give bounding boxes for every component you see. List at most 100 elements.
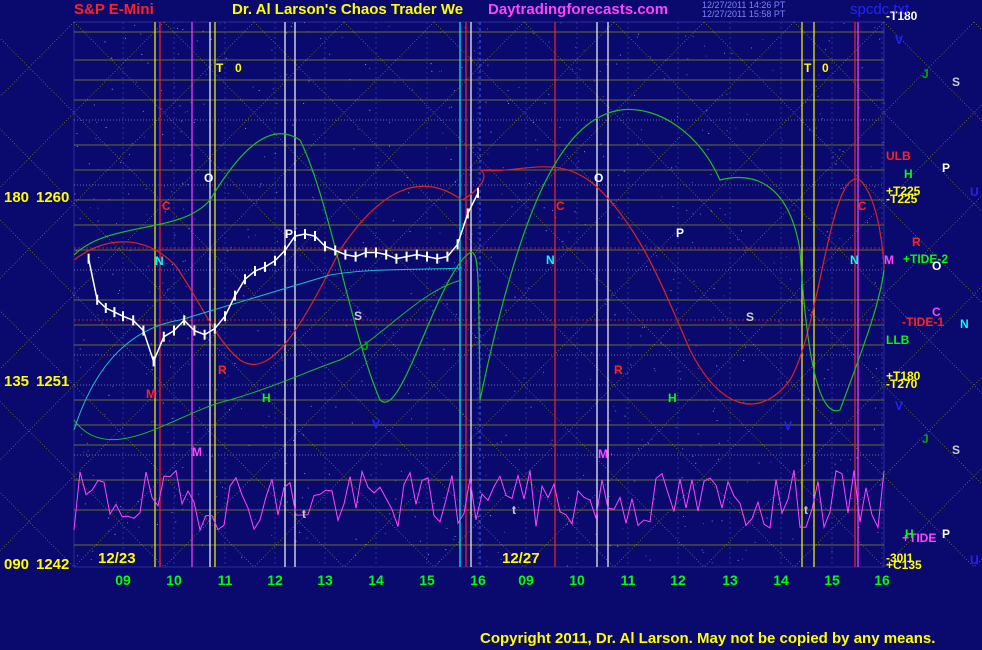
- star-dot: [821, 118, 823, 120]
- star-dot: [92, 475, 94, 477]
- plot-letter: V: [784, 419, 792, 433]
- star-dot: [579, 478, 581, 480]
- star-dot: [545, 230, 547, 232]
- star-dot: [548, 41, 550, 43]
- star-dot: [617, 545, 619, 547]
- star-dot: [388, 25, 390, 27]
- star-dot: [602, 96, 604, 98]
- star-dot: [568, 231, 570, 233]
- star-dot: [427, 554, 429, 556]
- star-dot: [679, 370, 681, 372]
- star-dot: [746, 481, 748, 483]
- star-dot: [377, 164, 379, 166]
- star-dot: [505, 309, 507, 311]
- star-dot: [743, 401, 745, 403]
- star-dot: [735, 127, 737, 129]
- star-dot: [528, 182, 530, 184]
- star-dot: [219, 23, 221, 25]
- star-dot: [746, 113, 748, 115]
- star-dot: [700, 445, 702, 447]
- star-dot: [111, 57, 113, 59]
- star-dot: [443, 348, 445, 350]
- star-dot: [583, 474, 585, 476]
- star-dot: [240, 408, 242, 410]
- star-dot: [849, 459, 851, 461]
- star-dot: [304, 473, 306, 475]
- star-dot: [691, 182, 693, 184]
- star-dot: [277, 241, 279, 243]
- star-dot: [713, 287, 715, 289]
- star-dot: [88, 121, 90, 123]
- star-dot: [308, 359, 310, 361]
- star-dot: [614, 314, 616, 316]
- star-dot: [605, 298, 607, 300]
- star-dot: [182, 28, 184, 30]
- star-dot: [618, 175, 620, 177]
- star-dot: [274, 270, 276, 272]
- star-dot: [876, 381, 878, 383]
- right-margin-label: V: [895, 399, 903, 413]
- star-dot: [384, 454, 386, 456]
- star-dot: [609, 545, 611, 547]
- x-tick-label: 11: [218, 572, 233, 588]
- star-dot: [357, 306, 359, 308]
- plot-letter: C: [162, 199, 171, 213]
- star-dot: [448, 107, 450, 109]
- star-dot: [262, 425, 264, 427]
- star-dot: [686, 74, 688, 76]
- star-dot: [703, 45, 705, 47]
- star-dot: [433, 502, 435, 504]
- star-dot: [758, 462, 760, 464]
- star-dot: [856, 457, 858, 459]
- star-dot: [107, 517, 109, 519]
- star-dot: [450, 158, 452, 160]
- star-dot: [225, 488, 227, 490]
- star-dot: [142, 110, 144, 112]
- star-dot: [410, 293, 412, 295]
- star-dot: [222, 486, 224, 488]
- star-dot: [345, 325, 347, 327]
- star-dot: [119, 289, 121, 291]
- star-dot: [384, 532, 386, 534]
- star-dot: [605, 303, 607, 305]
- star-dot: [609, 420, 611, 422]
- x-tick-label: 12: [267, 572, 283, 588]
- star-dot: [93, 104, 95, 106]
- star-dot: [369, 109, 371, 111]
- star-dot: [616, 63, 618, 65]
- star-dot: [559, 127, 561, 129]
- right-margin-label: S: [952, 443, 960, 457]
- star-dot: [595, 533, 597, 535]
- star-dot: [227, 375, 229, 377]
- chart-title: Dr. Al Larson's Chaos Trader We: [232, 1, 464, 18]
- star-dot: [560, 22, 562, 24]
- right-margin-label: +C135: [886, 558, 922, 572]
- star-dot: [535, 181, 537, 183]
- star-dot: [805, 101, 807, 103]
- star-dot: [487, 153, 489, 155]
- plot-letter: H: [262, 391, 271, 405]
- star-dot: [182, 508, 184, 510]
- star-dot: [486, 565, 488, 567]
- site-link[interactable]: Daytradingforecasts.com: [488, 1, 668, 18]
- star-dot: [303, 103, 305, 105]
- star-dot: [202, 351, 204, 353]
- star-dot: [198, 493, 200, 495]
- x-tick-label: 15: [419, 572, 435, 588]
- star-dot: [719, 207, 721, 209]
- y-axis-angle-label: 135: [4, 373, 29, 390]
- star-dot: [819, 113, 821, 115]
- star-dot: [439, 261, 441, 263]
- star-dot: [86, 442, 88, 444]
- star-dot: [227, 250, 229, 252]
- star-dot: [504, 531, 506, 533]
- star-dot: [184, 111, 186, 113]
- star-dot: [636, 36, 638, 38]
- x-tick-label: 09: [115, 572, 131, 588]
- right-margin-label: O: [932, 259, 941, 273]
- star-dot: [487, 28, 489, 30]
- star-dot: [429, 266, 431, 268]
- plot-letter: S: [354, 309, 362, 323]
- star-dot: [271, 49, 273, 51]
- star-dot: [743, 360, 745, 362]
